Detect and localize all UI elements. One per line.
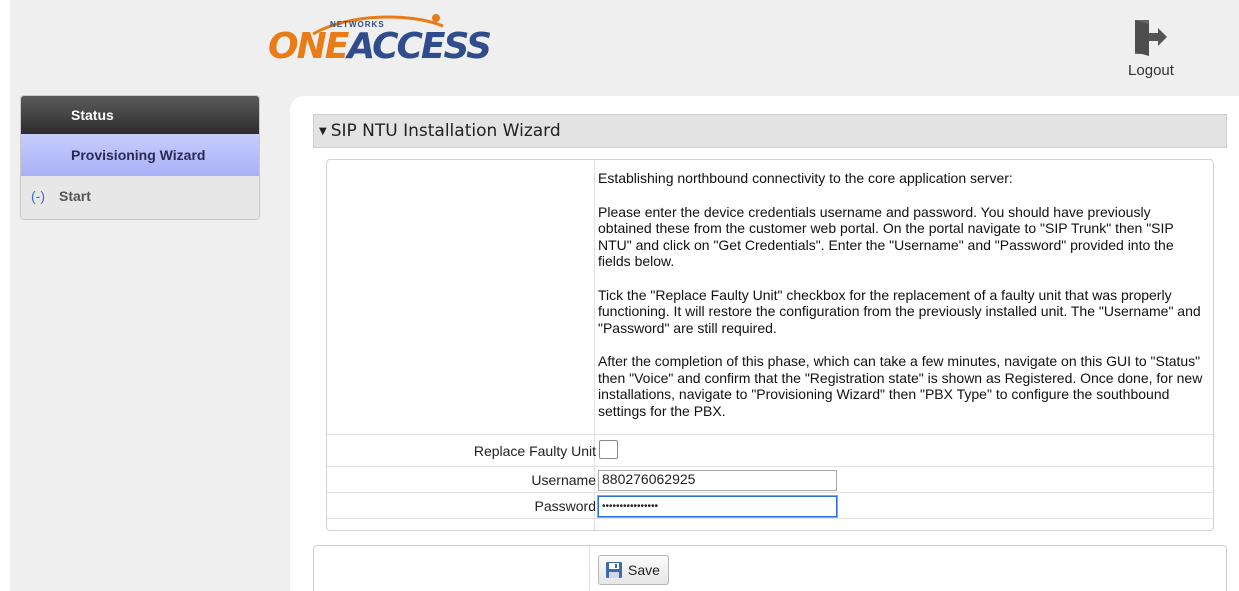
description-paragraph: Please enter the device credentials user… [598,203,1174,270]
collapse-toggle[interactable]: (-) [31,188,45,204]
form-bottom-divider [327,518,1213,519]
save-button[interactable]: Save [598,555,669,585]
description-paragraph: Tick the "Replace Faulty Unit" checkbox … [598,286,1201,336]
wizard-form: Establishing northbound connectivity to … [326,159,1214,531]
action-bar-divider [589,546,590,591]
wizard-title: SIP NTU Installation Wizard [330,121,561,141]
action-bar: Save [313,545,1227,591]
password-input[interactable]: •••••••••••••••• [597,495,838,518]
password-label: Password [534,498,596,514]
logout-label: Logout [1128,62,1174,79]
page: NETWORKS ONEACCESS Logout Status Provisi… [0,0,1239,591]
door-exit-icon [1135,20,1167,56]
logo-wordmark: ONEACCESS [268,26,492,67]
oneaccess-logo: NETWORKS ONEACCESS [268,12,492,74]
description-paragraph: Establishing northbound connectivity to … [598,170,1013,186]
floppy-disk-icon [606,562,622,578]
username-input[interactable]: 880276062925 [598,470,837,491]
triangle-down-icon: ▼ [319,126,327,137]
sidebar-item-status[interactable]: Status [21,96,259,134]
description-paragraph: After the completion of this phase, whic… [598,353,1203,419]
logo-wordmark-access: ACCESS [347,26,492,67]
sidebar-nav: Status Provisioning Wizard (-) Start [20,95,260,220]
wizard-description: Establishing northbound connectivity to … [598,170,1208,436]
replace-faulty-label: Replace Faulty Unit [473,443,596,459]
username-label: Username [531,472,596,488]
sidebar-item-provisioning-wizard[interactable]: Provisioning Wizard [21,134,259,176]
password-row: Password •••••••••••••••• [327,492,1213,519]
logout-button[interactable]: Logout [1121,18,1181,82]
wizard-header[interactable]: ▼ SIP NTU Installation Wizard [313,114,1227,148]
sidebar-item-start-label: Start [59,188,91,204]
sidebar-item-start[interactable]: (-) Start [21,176,259,216]
logo-wordmark-one: ONE [268,26,349,67]
replace-faulty-row: Replace Faulty Unit [327,434,1213,467]
save-button-label: Save [628,562,660,578]
username-row: Username 880276062925 [327,466,1213,493]
replace-faulty-checkbox[interactable] [599,440,618,459]
